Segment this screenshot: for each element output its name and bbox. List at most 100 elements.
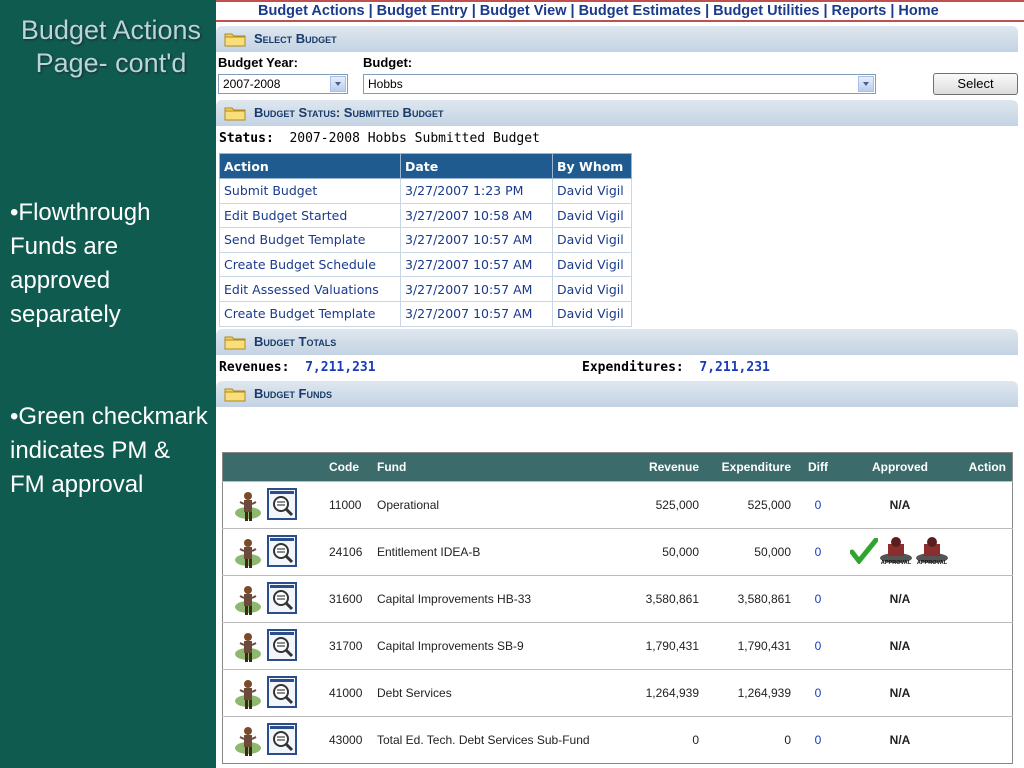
- funds-header-row: Code Fund Revenue Expenditure Diff Appro…: [222, 452, 1013, 482]
- expenditure-cell: 50,000: [705, 528, 797, 576]
- budget-year-label: Budget Year:: [218, 55, 298, 70]
- fund-cell: Capital Improvements SB-9: [371, 622, 623, 670]
- by-whom-cell: David Vigil: [552, 202, 632, 229]
- bullet-checkmark: •Green checkmark indicates PM & FM appro…: [10, 403, 208, 498]
- person-icon[interactable]: [231, 630, 265, 667]
- expenditures-label: Expenditures:: [582, 360, 684, 375]
- approved-cell: N/A: [839, 575, 961, 623]
- budget-value: Hobbs: [368, 77, 403, 91]
- nav-budget-estimates[interactable]: Budget Estimates: [579, 3, 701, 19]
- status-line: Status: 2007-2008 Hobbs Submitted Budget: [219, 131, 540, 146]
- person-icon[interactable]: [231, 536, 265, 573]
- revenues-value: 7,211,231: [305, 360, 376, 375]
- action-cell: Submit Budget: [219, 178, 401, 204]
- date-cell: 3/27/2007 10:57 AM: [400, 251, 553, 278]
- diff-cell[interactable]: 0: [797, 481, 839, 529]
- budget-status-title: Budget Status: Submitted Budget: [254, 105, 444, 120]
- diff-cell[interactable]: 0: [797, 528, 839, 576]
- action-cell: [961, 528, 1013, 576]
- nav-budget-utilities[interactable]: Budget Utilities: [713, 3, 819, 19]
- status-label: Status:: [219, 131, 274, 146]
- person-icon[interactable]: [231, 489, 265, 526]
- row-icons: [222, 481, 323, 529]
- view-details-icon[interactable]: [267, 676, 297, 708]
- action-cell: [961, 575, 1013, 623]
- folder-icon: [224, 33, 246, 47]
- budget-year-select[interactable]: 2007-2008: [218, 74, 348, 94]
- col-action: Action: [961, 452, 1013, 482]
- budget-totals-header: Budget Totals: [216, 329, 1018, 355]
- nav-budget-view[interactable]: Budget View: [480, 3, 567, 19]
- col-action: Action: [219, 153, 401, 179]
- col-revenue: Revenue: [623, 452, 705, 482]
- view-details-icon[interactable]: [267, 723, 297, 755]
- action-cell: [961, 622, 1013, 670]
- expenditure-cell: 1,264,939: [705, 669, 797, 717]
- chevron-down-icon[interactable]: [858, 76, 874, 92]
- status-value: 2007-2008 Hobbs Submitted Budget: [289, 131, 540, 146]
- action-cell: Edit Budget Started: [219, 202, 401, 229]
- by-whom-cell: David Vigil: [552, 276, 632, 302]
- expenditure-cell: 3,580,861: [705, 575, 797, 623]
- fund-cell: Operational: [371, 481, 623, 529]
- nav-budget-actions[interactable]: Budget Actions: [258, 3, 365, 19]
- revenue-cell: 1,264,939: [623, 669, 705, 717]
- revenue-cell: 0: [623, 716, 705, 764]
- revenue-cell: 1,790,431: [623, 622, 705, 670]
- table-row: Submit Budget 3/27/2007 1:23 PM David Vigi…: [219, 178, 632, 204]
- table-row: 43000 Total Ed. Tech. Debt Services Sub-F…: [222, 716, 1013, 764]
- person-icon[interactable]: [231, 724, 265, 761]
- revenue-cell: 50,000: [623, 528, 705, 576]
- diff-cell[interactable]: 0: [797, 716, 839, 764]
- col-fund: Fund: [371, 452, 623, 482]
- budget-funds-title: Budget Funds: [254, 386, 332, 401]
- budget-select[interactable]: Hobbs: [363, 74, 876, 94]
- code-cell: 11000: [323, 481, 371, 529]
- budget-app: Budget Actions | Budget Entry | Budget View |…: [216, 0, 1024, 768]
- nav-budget-entry[interactable]: Budget Entry: [377, 3, 468, 19]
- table-header-row: Action Date By Whom: [219, 153, 632, 179]
- diff-cell[interactable]: 0: [797, 669, 839, 717]
- col-approved: Approved: [839, 452, 961, 482]
- approved-cell: APPROVAL APPROVAL: [839, 528, 961, 576]
- person-icon[interactable]: [231, 677, 265, 714]
- code-cell: 41000: [323, 669, 371, 717]
- table-row: 31600 Capital Improvements HB-33 3,580,861…: [222, 575, 1013, 623]
- date-cell: 3/27/2007 10:57 AM: [400, 300, 553, 327]
- expenditure-cell: 1,790,431: [705, 622, 797, 670]
- svg-text:APPROVAL: APPROVAL: [917, 560, 948, 566]
- by-whom-cell: David Vigil: [552, 251, 632, 278]
- action-cell: [961, 481, 1013, 529]
- code-cell: 43000: [323, 716, 371, 764]
- diff-cell[interactable]: 0: [797, 622, 839, 670]
- table-row: 41000 Debt Services 1,264,939 1,264,939 0 N/A: [222, 669, 1013, 717]
- view-details-icon[interactable]: [267, 535, 297, 567]
- select-button[interactable]: Select: [933, 73, 1018, 95]
- action-cell: Edit Assessed Valuations: [219, 276, 401, 302]
- table-row: 24106 Entitlement IDEA-B 50,000 50,000 0 APPR…: [222, 528, 1013, 576]
- view-details-icon[interactable]: [267, 582, 297, 614]
- view-details-icon[interactable]: [267, 629, 297, 661]
- funds-body: 11000 Operational 525,000 525,000 0 N/A 24106 E…: [222, 481, 1013, 764]
- col-code: Code: [323, 452, 371, 482]
- chevron-down-icon[interactable]: [330, 76, 346, 92]
- code-cell: 31700: [323, 622, 371, 670]
- expenditures-value: 7,211,231: [699, 360, 770, 375]
- by-whom-cell: David Vigil: [552, 178, 632, 204]
- diff-cell[interactable]: 0: [797, 575, 839, 623]
- approved-status: N/A: [889, 498, 911, 512]
- funds-table: Code Fund Revenue Expenditure Diff Appro…: [222, 452, 1013, 764]
- code-cell: 24106: [323, 528, 371, 576]
- nav-reports[interactable]: Reports: [832, 3, 887, 19]
- approved-cell: N/A: [839, 622, 961, 670]
- fund-cell: Entitlement IDEA-B: [371, 528, 623, 576]
- person-icon[interactable]: [231, 583, 265, 620]
- by-whom-cell: David Vigil: [552, 300, 632, 327]
- budget-label: Budget:: [363, 55, 413, 70]
- view-details-icon[interactable]: [267, 488, 297, 520]
- table-row: 31700 Capital Improvements SB-9 1,790,431 1…: [222, 622, 1013, 670]
- approved-cell: N/A: [839, 481, 961, 529]
- col-icons: [222, 452, 323, 482]
- nav-home[interactable]: Home: [898, 3, 938, 19]
- table-row: Edit Assessed Valuations 3/27/2007 10:57 …: [219, 276, 632, 302]
